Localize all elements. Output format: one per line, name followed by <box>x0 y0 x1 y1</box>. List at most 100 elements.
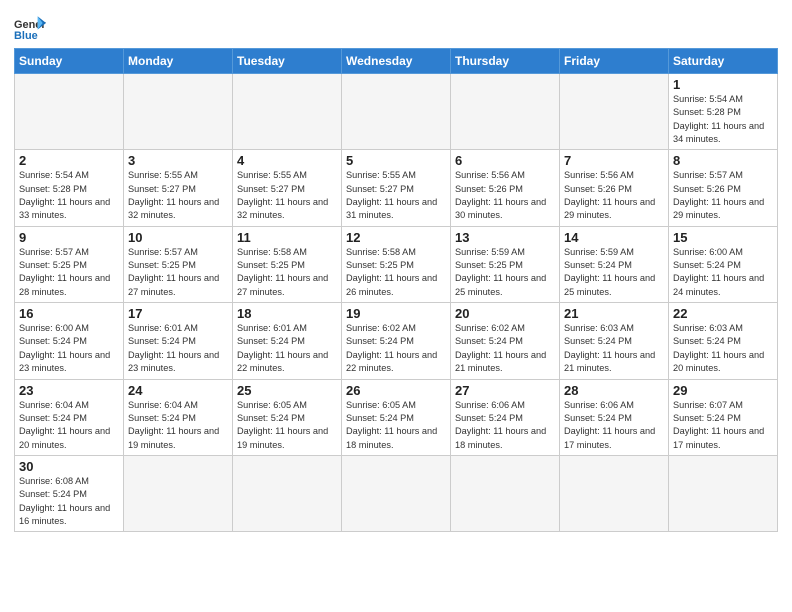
weekday-header-row: SundayMondayTuesdayWednesdayThursdayFrid… <box>15 49 778 74</box>
day-number: 5 <box>346 153 446 168</box>
calendar-cell: 10Sunrise: 5:57 AM Sunset: 5:25 PM Dayli… <box>124 226 233 302</box>
day-info: Sunrise: 6:00 AM Sunset: 5:24 PM Dayligh… <box>673 246 773 299</box>
calendar-cell <box>233 74 342 150</box>
day-number: 3 <box>128 153 228 168</box>
calendar-cell: 3Sunrise: 5:55 AM Sunset: 5:27 PM Daylig… <box>124 150 233 226</box>
svg-text:Blue: Blue <box>14 30 38 42</box>
day-number: 18 <box>237 306 337 321</box>
calendar-cell: 27Sunrise: 6:06 AM Sunset: 5:24 PM Dayli… <box>451 379 560 455</box>
weekday-header-monday: Monday <box>124 49 233 74</box>
calendar-cell: 15Sunrise: 6:00 AM Sunset: 5:24 PM Dayli… <box>669 226 778 302</box>
day-number: 1 <box>673 77 773 92</box>
calendar-cell <box>15 74 124 150</box>
calendar-cell: 23Sunrise: 6:04 AM Sunset: 5:24 PM Dayli… <box>15 379 124 455</box>
day-number: 23 <box>19 383 119 398</box>
calendar-cell: 2Sunrise: 5:54 AM Sunset: 5:28 PM Daylig… <box>15 150 124 226</box>
calendar-cell: 13Sunrise: 5:59 AM Sunset: 5:25 PM Dayli… <box>451 226 560 302</box>
day-number: 13 <box>455 230 555 245</box>
day-info: Sunrise: 5:56 AM Sunset: 5:26 PM Dayligh… <box>455 169 555 222</box>
day-info: Sunrise: 5:58 AM Sunset: 5:25 PM Dayligh… <box>346 246 446 299</box>
calendar-row-5: 23Sunrise: 6:04 AM Sunset: 5:24 PM Dayli… <box>15 379 778 455</box>
calendar-cell <box>451 74 560 150</box>
day-info: Sunrise: 6:06 AM Sunset: 5:24 PM Dayligh… <box>564 399 664 452</box>
day-info: Sunrise: 5:59 AM Sunset: 5:24 PM Dayligh… <box>564 246 664 299</box>
day-number: 11 <box>237 230 337 245</box>
calendar-cell: 14Sunrise: 5:59 AM Sunset: 5:24 PM Dayli… <box>560 226 669 302</box>
weekday-header-tuesday: Tuesday <box>233 49 342 74</box>
day-info: Sunrise: 5:57 AM Sunset: 5:26 PM Dayligh… <box>673 169 773 222</box>
day-info: Sunrise: 5:58 AM Sunset: 5:25 PM Dayligh… <box>237 246 337 299</box>
calendar-cell: 9Sunrise: 5:57 AM Sunset: 5:25 PM Daylig… <box>15 226 124 302</box>
calendar-row-2: 2Sunrise: 5:54 AM Sunset: 5:28 PM Daylig… <box>15 150 778 226</box>
calendar-cell: 8Sunrise: 5:57 AM Sunset: 5:26 PM Daylig… <box>669 150 778 226</box>
calendar-cell: 19Sunrise: 6:02 AM Sunset: 5:24 PM Dayli… <box>342 303 451 379</box>
calendar-cell <box>124 74 233 150</box>
day-info: Sunrise: 6:01 AM Sunset: 5:24 PM Dayligh… <box>237 322 337 375</box>
calendar-cell <box>669 455 778 531</box>
day-info: Sunrise: 5:55 AM Sunset: 5:27 PM Dayligh… <box>237 169 337 222</box>
day-number: 20 <box>455 306 555 321</box>
day-info: Sunrise: 5:55 AM Sunset: 5:27 PM Dayligh… <box>128 169 228 222</box>
calendar-cell: 4Sunrise: 5:55 AM Sunset: 5:27 PM Daylig… <box>233 150 342 226</box>
day-info: Sunrise: 6:07 AM Sunset: 5:24 PM Dayligh… <box>673 399 773 452</box>
day-info: Sunrise: 5:57 AM Sunset: 5:25 PM Dayligh… <box>128 246 228 299</box>
calendar-cell <box>124 455 233 531</box>
calendar-cell: 18Sunrise: 6:01 AM Sunset: 5:24 PM Dayli… <box>233 303 342 379</box>
weekday-header-saturday: Saturday <box>669 49 778 74</box>
weekday-header-friday: Friday <box>560 49 669 74</box>
calendar-cell: 6Sunrise: 5:56 AM Sunset: 5:26 PM Daylig… <box>451 150 560 226</box>
calendar-table: SundayMondayTuesdayWednesdayThursdayFrid… <box>14 48 778 532</box>
calendar-cell <box>560 455 669 531</box>
day-number: 17 <box>128 306 228 321</box>
calendar-row-1: 1Sunrise: 5:54 AM Sunset: 5:28 PM Daylig… <box>15 74 778 150</box>
calendar-cell: 25Sunrise: 6:05 AM Sunset: 5:24 PM Dayli… <box>233 379 342 455</box>
calendar-cell: 22Sunrise: 6:03 AM Sunset: 5:24 PM Dayli… <box>669 303 778 379</box>
calendar-cell: 21Sunrise: 6:03 AM Sunset: 5:24 PM Dayli… <box>560 303 669 379</box>
calendar-cell <box>233 455 342 531</box>
calendar-cell: 11Sunrise: 5:58 AM Sunset: 5:25 PM Dayli… <box>233 226 342 302</box>
day-info: Sunrise: 6:05 AM Sunset: 5:24 PM Dayligh… <box>237 399 337 452</box>
calendar-cell: 5Sunrise: 5:55 AM Sunset: 5:27 PM Daylig… <box>342 150 451 226</box>
day-number: 9 <box>19 230 119 245</box>
day-number: 30 <box>19 459 119 474</box>
calendar-page: General Blue SundayMondayTuesdayWednesda… <box>0 0 792 612</box>
weekday-header-sunday: Sunday <box>15 49 124 74</box>
calendar-cell: 24Sunrise: 6:04 AM Sunset: 5:24 PM Dayli… <box>124 379 233 455</box>
calendar-cell: 28Sunrise: 6:06 AM Sunset: 5:24 PM Dayli… <box>560 379 669 455</box>
day-number: 29 <box>673 383 773 398</box>
day-info: Sunrise: 5:56 AM Sunset: 5:26 PM Dayligh… <box>564 169 664 222</box>
day-number: 16 <box>19 306 119 321</box>
day-info: Sunrise: 6:04 AM Sunset: 5:24 PM Dayligh… <box>128 399 228 452</box>
day-number: 14 <box>564 230 664 245</box>
day-number: 25 <box>237 383 337 398</box>
calendar-cell: 26Sunrise: 6:05 AM Sunset: 5:24 PM Dayli… <box>342 379 451 455</box>
calendar-row-3: 9Sunrise: 5:57 AM Sunset: 5:25 PM Daylig… <box>15 226 778 302</box>
day-info: Sunrise: 6:05 AM Sunset: 5:24 PM Dayligh… <box>346 399 446 452</box>
calendar-cell: 20Sunrise: 6:02 AM Sunset: 5:24 PM Dayli… <box>451 303 560 379</box>
logo-icon: General Blue <box>14 14 46 42</box>
day-info: Sunrise: 5:57 AM Sunset: 5:25 PM Dayligh… <box>19 246 119 299</box>
day-info: Sunrise: 5:55 AM Sunset: 5:27 PM Dayligh… <box>346 169 446 222</box>
day-info: Sunrise: 5:54 AM Sunset: 5:28 PM Dayligh… <box>19 169 119 222</box>
day-number: 7 <box>564 153 664 168</box>
day-number: 4 <box>237 153 337 168</box>
day-number: 19 <box>346 306 446 321</box>
day-info: Sunrise: 6:00 AM Sunset: 5:24 PM Dayligh… <box>19 322 119 375</box>
day-info: Sunrise: 6:01 AM Sunset: 5:24 PM Dayligh… <box>128 322 228 375</box>
day-number: 15 <box>673 230 773 245</box>
day-number: 8 <box>673 153 773 168</box>
calendar-cell: 30Sunrise: 6:08 AM Sunset: 5:24 PM Dayli… <box>15 455 124 531</box>
day-info: Sunrise: 6:08 AM Sunset: 5:24 PM Dayligh… <box>19 475 119 528</box>
day-number: 21 <box>564 306 664 321</box>
day-number: 12 <box>346 230 446 245</box>
day-number: 28 <box>564 383 664 398</box>
logo: General Blue <box>14 14 46 42</box>
calendar-cell <box>342 455 451 531</box>
calendar-cell: 7Sunrise: 5:56 AM Sunset: 5:26 PM Daylig… <box>560 150 669 226</box>
weekday-header-thursday: Thursday <box>451 49 560 74</box>
day-info: Sunrise: 6:04 AM Sunset: 5:24 PM Dayligh… <box>19 399 119 452</box>
day-info: Sunrise: 5:59 AM Sunset: 5:25 PM Dayligh… <box>455 246 555 299</box>
calendar-cell: 12Sunrise: 5:58 AM Sunset: 5:25 PM Dayli… <box>342 226 451 302</box>
day-number: 6 <box>455 153 555 168</box>
calendar-cell: 29Sunrise: 6:07 AM Sunset: 5:24 PM Dayli… <box>669 379 778 455</box>
